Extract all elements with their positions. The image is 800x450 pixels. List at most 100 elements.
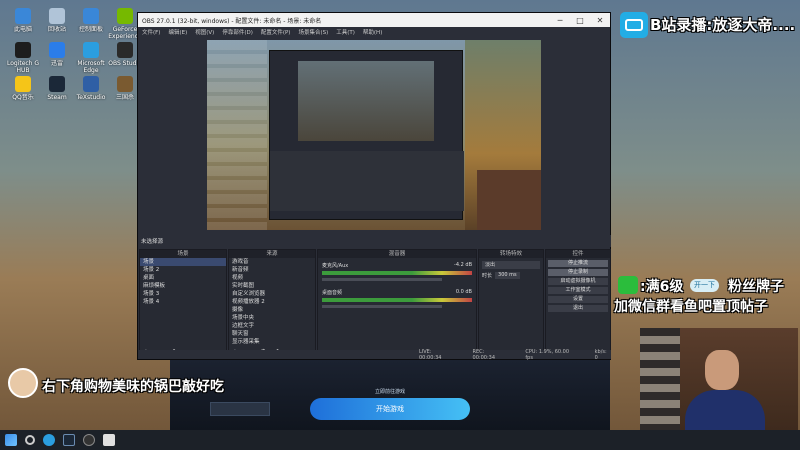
menu-tools[interactable]: 工具(T) [336, 28, 355, 36]
menu-file[interactable]: 文件(F) [142, 28, 160, 36]
search-icon[interactable] [25, 435, 35, 445]
obs-icon[interactable] [83, 434, 95, 446]
controls-dock: 控件 停止推流 停止录制 启动虚拟摄像机 工作室模式 设置 退出 [545, 249, 611, 359]
source-item[interactable]: 聊天窗 [229, 330, 315, 338]
wechat-icon [618, 276, 638, 294]
source-item[interactable]: 游戏音 [229, 258, 315, 266]
app-icon [117, 8, 133, 24]
desktop-icon-label: Microsoft Edge [77, 60, 105, 74]
source-item[interactable]: 视频播放器 2 [229, 298, 315, 306]
avatar [8, 368, 38, 398]
scenes-dock-title: 场景 [140, 250, 226, 258]
desktop-icon[interactable]: 控制面板 [74, 8, 108, 40]
obs-window: OBS 27.0.1 (32-bit, windows) - 配置文件: 未命名… [137, 12, 611, 361]
obs-preview[interactable] [207, 40, 541, 230]
game-panel: 开始游戏 立即前往游戏 [170, 360, 610, 430]
source-item[interactable]: 自定义浏览器 [229, 290, 315, 298]
desktop-icon[interactable]: 此电脑 [6, 8, 40, 40]
mixer-meter [322, 271, 472, 275]
mixer-meter [322, 298, 472, 302]
desktop-icon[interactable]: 迅雷 [40, 42, 74, 74]
menu-scene-collection[interactable]: 场景集合(S) [298, 28, 328, 36]
desktop-icon-label: TeXstudio [76, 94, 106, 101]
mixer-volume-slider[interactable] [322, 278, 442, 281]
stop-recording-button[interactable]: 停止录制 [548, 269, 608, 276]
bilibili-logo [620, 12, 648, 38]
fans-line2: 粉丝牌子 [728, 279, 784, 295]
source-item[interactable]: 场景中央 [229, 314, 315, 322]
scene-item[interactable]: 桌面 [140, 274, 226, 282]
menu-edit[interactable]: 编辑(E) [168, 28, 187, 36]
steam-icon[interactable] [63, 434, 75, 446]
desktop-icon[interactable]: Logitech G HUB [6, 42, 40, 74]
virtual-camera-button[interactable]: 启动虚拟摄像机 [548, 278, 608, 285]
exit-button[interactable]: 退出 [548, 305, 608, 312]
game-search-input[interactable] [210, 402, 270, 416]
stop-streaming-button[interactable]: 停止推流 [548, 260, 608, 267]
menu-profile[interactable]: 配置文件(P) [261, 28, 291, 36]
game-hint: 立即前往游戏 [374, 389, 405, 395]
maximize-icon[interactable]: □ [570, 16, 590, 25]
desktop-icon[interactable]: Microsoft Edge [74, 42, 108, 74]
app-icon [117, 76, 133, 92]
mixer-dock-title: 混音器 [318, 250, 476, 258]
desktop-icon[interactable]: Steam [40, 76, 74, 108]
menu-help[interactable]: 帮助(H) [363, 28, 382, 36]
webcam-shelf [640, 328, 680, 430]
source-item[interactable]: 显示器采集 [229, 338, 315, 346]
scenes-dock: 场景 场景 场景 2 桌面 麻烦模板 场景 3 场景 4 + − ⌃ ⌄ [139, 249, 227, 359]
duration-input[interactable]: 300 ms [495, 272, 520, 279]
controls-dock-title: 控件 [546, 250, 610, 258]
windows-start-icon[interactable] [5, 434, 17, 446]
close-icon[interactable]: ✕ [590, 16, 610, 25]
obs-title-bar[interactable]: OBS 27.0.1 (32-bit, windows) - 配置文件: 未命名… [138, 13, 610, 27]
sources-dock: 来源 游戏音 新音频 视频 实时截图 自定义浏览器 视频播放器 2 摄像 场景中… [228, 249, 316, 359]
edge-icon[interactable] [43, 434, 55, 446]
browser-icon[interactable] [103, 434, 115, 446]
sources-dock-title: 来源 [229, 250, 315, 258]
app-icon [15, 76, 31, 92]
scene-bar: 未选择源 [139, 235, 611, 247]
settings-button[interactable]: 设置 [548, 296, 608, 303]
scene-item[interactable]: 场景 3 [140, 290, 226, 298]
app-icon [15, 42, 31, 58]
menu-docks[interactable]: 停靠部件(D) [222, 28, 253, 36]
mixer-volume-slider[interactable] [322, 305, 442, 308]
desktop-icon[interactable]: 回收站 [40, 8, 74, 40]
room-title: B站录播:放逐大帝.... [650, 16, 796, 34]
fans-line1: :满6级 [640, 279, 684, 295]
app-icon [49, 8, 65, 24]
source-item[interactable]: 新音频 [229, 266, 315, 274]
desktop-icon[interactable]: TeXstudio [74, 76, 108, 108]
obs-menu-bar: 文件(F) 编辑(E) 视图(V) 停靠部件(D) 配置文件(P) 场景集合(S… [138, 27, 610, 37]
duration-label: 时长 [482, 273, 493, 279]
app-icon [117, 42, 133, 58]
scene-item[interactable]: 场景 [140, 258, 226, 266]
scene-item[interactable]: 场景 2 [140, 266, 226, 274]
source-item[interactable]: 视频 [229, 274, 315, 282]
studio-mode-button[interactable]: 工作室模式 [548, 287, 608, 294]
shopping-caption: 右下角购物美味的锅巴敲好吃 [42, 379, 224, 395]
app-icon [49, 42, 65, 58]
kbps-status: kb/s: 0 [594, 348, 607, 361]
source-item[interactable]: 实时截图 [229, 282, 315, 290]
desktop-icon[interactable]: QQ音乐 [6, 76, 40, 108]
scenes-list: 场景 场景 2 桌面 麻烦模板 场景 3 场景 4 [140, 258, 226, 306]
scene-item[interactable]: 麻烦模板 [140, 282, 226, 290]
transitions-dock: 转场特效 淡出 时长 300 ms [478, 249, 544, 359]
desktop-icon-label: Logitech G HUB [6, 60, 40, 74]
scene-item[interactable]: 场景 4 [140, 298, 226, 306]
obs-title-text: OBS 27.0.1 (32-bit, windows) - 配置文件: 未命名… [142, 17, 322, 25]
start-game-button[interactable]: 开始游戏 [345, 402, 435, 416]
minimize-icon[interactable]: ─ [550, 16, 570, 25]
source-item[interactable]: 边框文字 [229, 322, 315, 330]
rec-status: REC: 00:00:34 [472, 348, 496, 361]
webcam-person [705, 350, 739, 390]
menu-view[interactable]: 视图(V) [195, 28, 214, 36]
source-item[interactable]: 摄像 [229, 306, 315, 314]
obs-status-bar: LIVE: 00:00:34 REC: 00:00:34 CPU: 1.9%, … [139, 348, 611, 361]
live-status: LIVE: 00:00:34 [419, 348, 442, 361]
mixer-track-name: 麦克风/Aux [322, 263, 349, 269]
app-icon [15, 8, 31, 24]
transition-select[interactable]: 淡出 [482, 261, 540, 269]
